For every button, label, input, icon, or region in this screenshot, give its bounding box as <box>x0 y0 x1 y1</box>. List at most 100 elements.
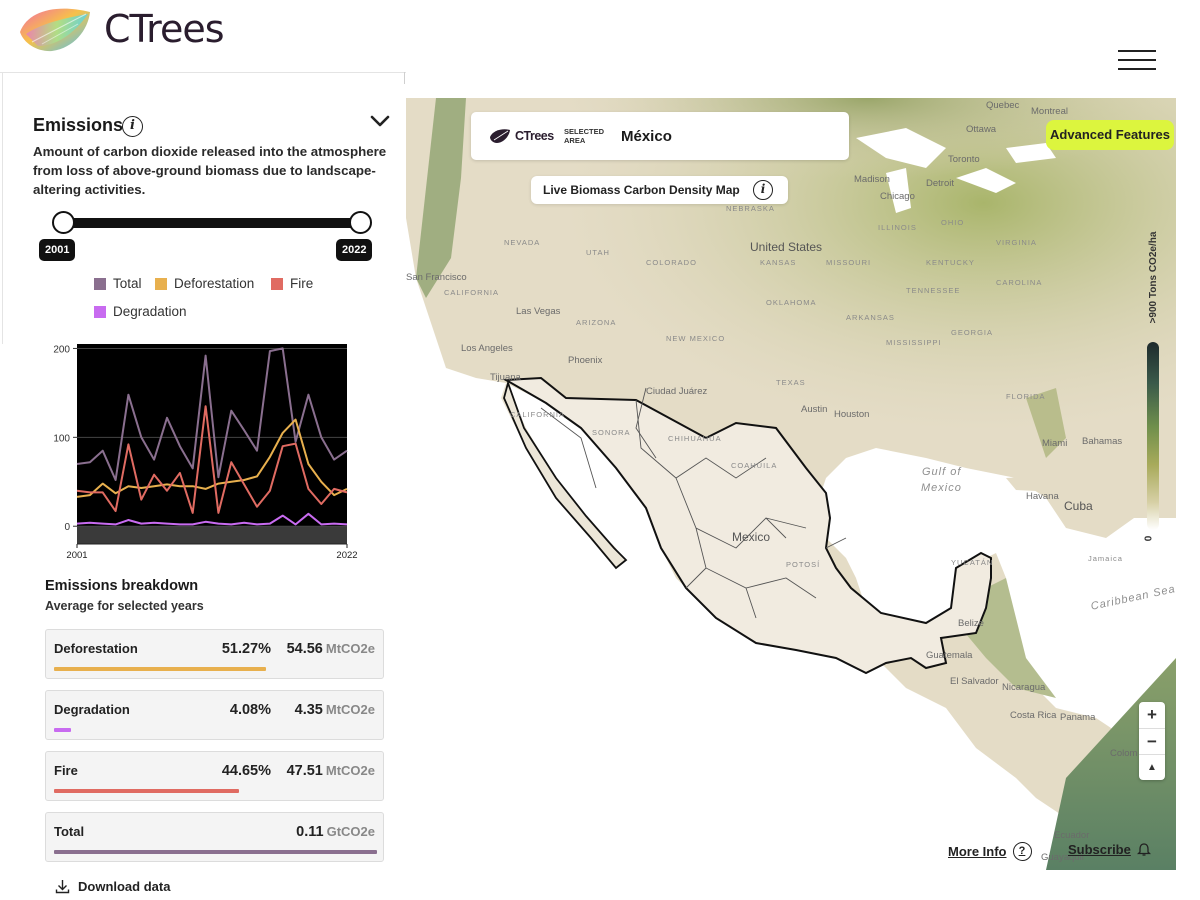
chart-y-tick-label: 100 <box>53 433 70 444</box>
legend-label: Total <box>113 276 142 291</box>
chart-x-tick-label: 2001 <box>66 550 87 561</box>
map-canvas <box>406 98 1176 870</box>
selected-area-name: México <box>621 128 672 145</box>
map-label: Phoenix <box>568 355 603 366</box>
breakdown-name: Deforestation <box>54 641 138 656</box>
emissions-chart[interactable]: 0 100 200 2001 2022 <box>40 338 360 566</box>
map-label: KENTUCKY <box>926 258 975 267</box>
breakdown-name: Fire <box>54 763 78 778</box>
advanced-features-button[interactable]: Advanced Features <box>1046 120 1174 150</box>
breakdown-card-deforestation[interactable]: Deforestation 51.27% 54.56 MtCO2e <box>45 629 384 679</box>
map-label: Miami <box>1042 438 1068 449</box>
map-legend-title-wrap: >900 Tons CO2e/ha <box>1137 230 1167 335</box>
map-label: VIRGINIA <box>996 238 1037 247</box>
map-label: United States <box>750 240 823 254</box>
year-range-track[interactable] <box>63 218 361 228</box>
breakdown-value-number: 0.11 <box>296 824 324 840</box>
legend-swatch <box>271 277 283 290</box>
map-label: Panama <box>1060 712 1096 723</box>
download-data-button[interactable]: Download data <box>55 879 170 894</box>
selected-area-card[interactable]: CTrees SELECTED AREA México <box>471 112 849 160</box>
map-label: San Francisco <box>406 272 467 283</box>
bell-icon <box>1136 843 1151 856</box>
breakdown-percent: 51.27% <box>221 641 271 657</box>
breakdown-name: Total <box>54 824 85 839</box>
map-label: GEORGIA <box>951 328 994 337</box>
map-label: Costa Rica <box>1010 710 1057 721</box>
map-label: Quebec <box>986 100 1020 111</box>
breakdown-percent: 44.65% <box>221 763 271 779</box>
hamburger-line <box>1118 50 1156 52</box>
subscribe-link[interactable]: Subscribe <box>1068 842 1151 857</box>
map-label: COLORADO <box>646 258 697 267</box>
compass-button[interactable]: ▲ <box>1139 754 1165 780</box>
map-label: KANSAS <box>760 258 797 267</box>
map-label: Belize <box>958 618 984 629</box>
breakdown-percent: 4.08% <box>229 702 271 718</box>
year-end-handle[interactable] <box>349 211 372 234</box>
map-label: NEW MEXICO <box>666 334 726 343</box>
breakdown-value: 0.11 GtCO2e <box>296 824 375 840</box>
selected-caption-line: AREA <box>564 136 586 145</box>
legend-item-fire[interactable]: Fire <box>271 276 313 291</box>
breakdown-card-degradation[interactable]: Degradation 4.08% 4.35 MtCO2e <box>45 690 384 740</box>
biomass-map[interactable]: Quebec Ottawa Montreal Toronto Detroit M… <box>406 98 1176 870</box>
map-label: OHIO <box>941 218 965 227</box>
legend-label: Degradation <box>113 304 187 319</box>
breakdown-title: Emissions breakdown <box>45 578 199 594</box>
ctrees-small-logo-icon <box>490 129 510 143</box>
breakdown-bar <box>54 728 71 732</box>
map-label: MISSOURI <box>826 258 872 267</box>
map-label: UTAH <box>586 248 610 257</box>
legend-swatch <box>94 277 106 290</box>
ctrees-logo[interactable]: CTrees <box>18 4 225 54</box>
breakdown-value-number: 54.56 <box>286 641 323 657</box>
map-label: TENNESSEE <box>906 286 961 295</box>
breakdown-value: 54.56 MtCO2e <box>287 641 375 657</box>
map-legend-gradient <box>1147 342 1159 530</box>
zoom-out-button[interactable]: − <box>1139 728 1165 754</box>
chart-y-tick-label: 200 <box>53 344 70 355</box>
info-icon[interactable]: i <box>122 116 143 137</box>
map-label: CHIHUAHUA <box>668 434 722 443</box>
map-label: CALIFORNIA <box>510 410 566 419</box>
legend-item-deforestation[interactable]: Deforestation <box>155 276 254 291</box>
legend-label: Fire <box>290 276 314 291</box>
leaf-logo-icon <box>20 8 90 52</box>
hamburger-line <box>1118 68 1156 70</box>
map-label: Madison <box>854 174 890 185</box>
map-label: Houston <box>834 409 870 420</box>
map-label: Guatemala <box>926 650 973 661</box>
map-legend-title: >900 Tons CO2e/ha <box>1148 231 1159 324</box>
more-info-label: More Info <box>948 844 1007 859</box>
panel-title: Emissions <box>33 115 124 135</box>
map-label: Gulf of <box>922 466 962 478</box>
chevron-down-icon[interactable] <box>370 114 390 128</box>
layer-title-pill[interactable]: Live Biomass Carbon Density Map i <box>531 176 788 204</box>
breakdown-card-total[interactable]: Total 0.11 GtCO2e <box>45 812 384 862</box>
map-legend-min: 0 <box>1143 535 1155 542</box>
map-label: Las Vegas <box>516 306 561 317</box>
legend-item-degradation[interactable]: Degradation <box>94 304 187 319</box>
more-info-link[interactable]: More Info ? <box>948 842 1032 861</box>
legend-label: Deforestation <box>174 276 255 291</box>
panel-description: Amount of carbon dioxide released into t… <box>33 144 387 197</box>
map-label: Colom <box>1110 748 1138 759</box>
map-label: Mexico <box>732 530 771 544</box>
map-label: COAHUILA <box>731 461 778 470</box>
selected-area-caption: SELECTED AREA <box>564 127 604 145</box>
breakdown-unit: MtCO2e <box>325 641 375 656</box>
legend-swatch <box>94 305 106 318</box>
breakdown-card-fire[interactable]: Fire 44.65% 47.51 MtCO2e <box>45 751 384 801</box>
map-label: SONORA <box>592 428 631 437</box>
panel-divider <box>404 72 405 84</box>
year-start-handle[interactable] <box>52 211 75 234</box>
zoom-in-button[interactable]: + <box>1139 702 1165 728</box>
breakdown-bar <box>54 789 239 793</box>
chart-baseline-band <box>77 526 347 544</box>
hamburger-menu-button[interactable] <box>1118 50 1156 70</box>
layer-title: Live Biomass Carbon Density Map <box>543 183 740 197</box>
legend-item-total[interactable]: Total <box>94 276 142 291</box>
layer-info-icon[interactable]: i <box>753 180 773 200</box>
area-card-brand: CTrees <box>515 129 554 143</box>
